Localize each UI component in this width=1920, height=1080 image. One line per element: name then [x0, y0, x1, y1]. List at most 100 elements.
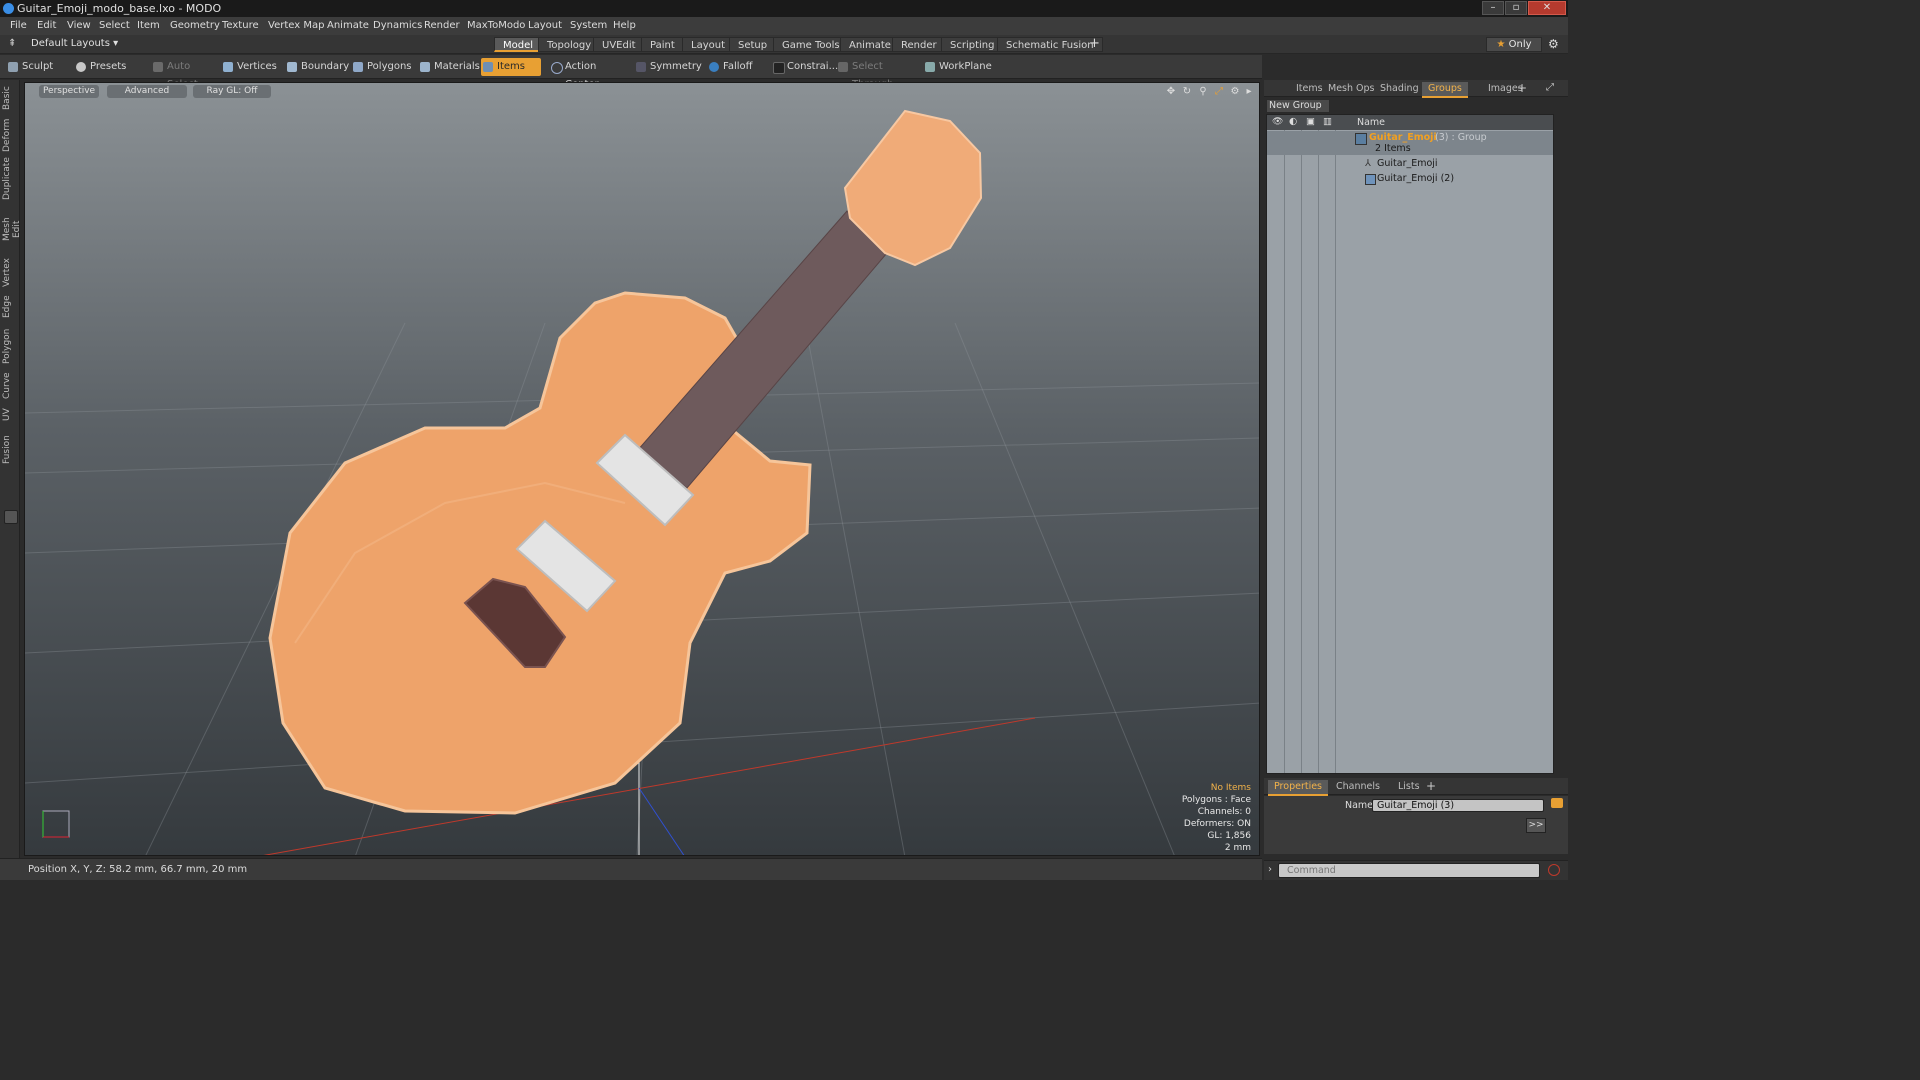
vtab-fusion[interactable]: Fusion [2, 434, 18, 466]
pan-icon[interactable]: ✥ [1165, 86, 1177, 98]
tab-properties[interactable]: Properties [1268, 780, 1329, 796]
menu-file[interactable]: File [10, 20, 27, 31]
render-column-icon[interactable]: ◐ [1289, 116, 1297, 127]
menu-view[interactable]: View [67, 20, 91, 31]
polygons-button[interactable]: Polygons [351, 58, 413, 76]
rotate-icon[interactable]: ↻ [1181, 86, 1193, 98]
action-center-button[interactable]: Action Center [549, 58, 625, 90]
presets-button[interactable]: Presets [74, 58, 138, 76]
presets-label: Presets [90, 61, 127, 72]
menu-select[interactable]: Select [99, 20, 130, 31]
column-divider [1301, 130, 1302, 773]
tab-shading[interactable]: Shading [1374, 82, 1425, 96]
tab-scripting[interactable]: Scripting [941, 37, 1004, 52]
color-swatch[interactable] [1551, 798, 1563, 808]
orientation-cube[interactable] [42, 810, 70, 838]
panel-expand-icon[interactable]: ⤢ [1546, 82, 1554, 93]
z-axis-line [638, 787, 685, 855]
items-button[interactable]: Items [481, 58, 541, 76]
zoom-icon[interactable]: ⚲ [1197, 86, 1209, 98]
menu-geometry[interactable]: Geometry [170, 20, 220, 31]
tab-model[interactable]: Model [494, 37, 543, 52]
name-column-header[interactable]: Name [1357, 117, 1385, 128]
close-button[interactable]: ✕ [1528, 1, 1566, 15]
auto-select-button[interactable]: Auto Select [151, 58, 215, 90]
symmetry-button[interactable]: Symmetry [634, 58, 702, 76]
panel-toggle-icon[interactable] [4, 510, 18, 524]
boundary-button[interactable]: Boundary [285, 58, 349, 76]
expand-button[interactable]: >> [1526, 818, 1546, 833]
tree-row-child[interactable]: Guitar_Emoji (2) [1267, 172, 1553, 186]
menu-edit[interactable]: Edit [37, 20, 56, 31]
tab-game-tools[interactable]: Game Tools [773, 37, 849, 52]
view-mode-button[interactable]: Perspective [39, 85, 99, 98]
command-input[interactable]: Command [1278, 863, 1540, 878]
name-field[interactable]: Guitar_Emoji (3) [1372, 799, 1544, 812]
falloff-label: Falloff [723, 61, 753, 72]
view-gear-icon[interactable]: ⚙ [1229, 86, 1241, 98]
vtab-vertex[interactable]: Vertex [2, 258, 18, 288]
menu-bar: File Edit View Select Item Geometry Text… [0, 17, 1568, 35]
menu-maxtomodo[interactable]: MaxToModo [467, 20, 525, 31]
menu-item[interactable]: Item [137, 20, 160, 31]
vertices-button[interactable]: Vertices [221, 58, 279, 76]
settings-gear-icon[interactable]: ⚙ [1548, 37, 1559, 51]
maximize-button[interactable]: ▫ [1505, 1, 1527, 15]
layout-pin-icon[interactable]: ⇞ [8, 38, 16, 49]
3d-viewport[interactable]: Perspective Advanced Ray GL: Off ✥ ↻ ⚲ ⤢… [24, 82, 1260, 856]
fit-icon[interactable]: ⤢ [1213, 86, 1225, 98]
menu-animate[interactable]: Animate [327, 20, 369, 31]
tab-groups[interactable]: Groups [1422, 82, 1468, 98]
tab-schematic-fusion[interactable]: Schematic Fusion [997, 37, 1103, 52]
vtab-basic[interactable]: Basic [2, 84, 18, 112]
menu-layout[interactable]: Layout [528, 20, 562, 31]
add-tab-icon[interactable]: + [1089, 36, 1100, 51]
falloff-button[interactable]: Falloff [707, 58, 763, 76]
groups-tree: 👁 ◐ ▣ ▥ Name Guitar_Emoji (3) : Group 2 … [1266, 114, 1554, 774]
materials-button[interactable]: Materials [418, 58, 480, 76]
tree-row-child[interactable]: ⅄ Guitar_Emoji [1267, 157, 1553, 171]
tree-row-group[interactable]: Guitar_Emoji (3) : Group 2 Items [1267, 131, 1553, 155]
vtab-duplicate[interactable]: Duplicate [2, 157, 18, 200]
minimize-button[interactable]: – [1482, 1, 1504, 15]
only-toggle[interactable]: ★ Only [1486, 37, 1542, 52]
menu-vertex-map[interactable]: Vertex Map [268, 20, 324, 31]
lock-column-icon[interactable]: ▣ [1306, 116, 1315, 127]
constraints-button[interactable]: Constrai... [771, 58, 838, 76]
ray-gl-button[interactable]: Ray GL: Off [193, 85, 271, 98]
visibility-column-icon[interactable]: 👁 [1272, 117, 1283, 127]
vtab-polygon[interactable]: Polygon [2, 328, 18, 364]
vtab-uv[interactable]: UV [2, 406, 18, 424]
falloff-icon [709, 62, 719, 72]
vtab-curve[interactable]: Curve [2, 372, 18, 400]
tab-render[interactable]: Render [892, 37, 946, 52]
vtab-mesh-edit[interactable]: Mesh Edit [2, 208, 22, 250]
select-column-icon[interactable]: ▥ [1323, 116, 1332, 127]
menu-help[interactable]: Help [613, 20, 636, 31]
menu-render[interactable]: Render [424, 20, 460, 31]
default-layouts-dropdown[interactable]: Default Layouts ▾ [31, 38, 118, 49]
view-menu-arrow-icon[interactable]: ▸ [1243, 86, 1255, 98]
tab-paint[interactable]: Paint [641, 37, 684, 52]
add-panel-tab-icon[interactable]: + [1517, 81, 1527, 95]
command-history-icon[interactable] [1548, 864, 1560, 876]
tab-setup[interactable]: Setup [729, 37, 777, 52]
tab-uvedit[interactable]: UVEdit [593, 37, 645, 52]
menu-system[interactable]: System [570, 20, 607, 31]
sculpt-button[interactable]: Sculpt [6, 58, 68, 76]
vtab-edge[interactable]: Edge [2, 294, 18, 320]
tab-animate[interactable]: Animate [840, 37, 900, 52]
tab-topology[interactable]: Topology [538, 37, 601, 52]
select-through-button[interactable]: Select Through [836, 58, 916, 90]
tab-mesh-ops[interactable]: Mesh Ops [1322, 82, 1381, 96]
vtab-deform[interactable]: Deform [2, 118, 18, 152]
workplane-button[interactable]: WorkPlane [923, 58, 992, 76]
advanced-button[interactable]: Advanced [107, 85, 187, 98]
tab-layout[interactable]: Layout [682, 37, 734, 52]
tab-channels[interactable]: Channels [1330, 780, 1386, 794]
menu-texture[interactable]: Texture [222, 20, 259, 31]
tab-lists[interactable]: Lists [1392, 780, 1426, 794]
new-group-button[interactable]: New Group [1266, 99, 1330, 113]
menu-dynamics[interactable]: Dynamics [373, 20, 422, 31]
add-properties-tab-icon[interactable]: + [1426, 779, 1436, 793]
